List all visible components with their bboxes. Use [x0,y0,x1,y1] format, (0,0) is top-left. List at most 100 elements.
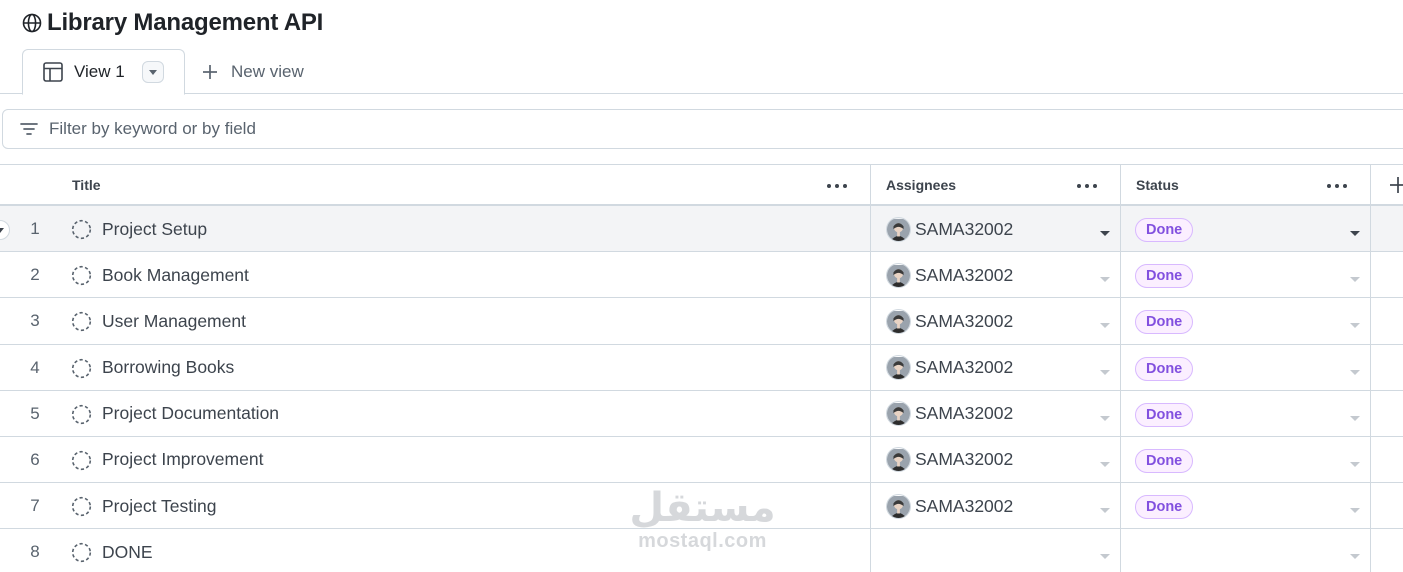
column-header-status[interactable]: Status [1136,165,1179,205]
status-dropdown-button[interactable] [1349,317,1361,329]
column-menu-button-status[interactable] [1323,173,1351,197]
assignee-cell[interactable]: SAMA32002 [886,483,1013,529]
triangle-down-icon [1349,410,1361,421]
add-field-button[interactable] [1388,175,1403,195]
tab-view-1[interactable]: View 1 [22,49,185,95]
row-menu-button[interactable] [0,220,10,240]
new-view-button[interactable]: New view [201,49,304,95]
status-dropdown-button[interactable] [1349,548,1361,560]
table-row[interactable]: 2 Book Management SAMA32002 Done [0,252,1403,299]
table-row[interactable]: 8 DONE [0,529,1403,572]
table-row[interactable]: 6 Project Improvement SAMA32002 Done [0,436,1403,484]
status-badge[interactable]: Done [1135,448,1194,473]
triangle-down-icon [1099,502,1111,514]
assignee-cell[interactable]: SAMA32002 [886,298,1013,344]
project-header: Library Management API [22,8,323,38]
triangle-down-icon [1349,364,1361,375]
assignee-dropdown-button[interactable] [1099,271,1111,283]
draft-issue-icon [71,450,92,471]
avatar [886,447,911,473]
status-dropdown-button[interactable] [1349,225,1361,236]
assignee-cell[interactable]: SAMA32002 [886,345,1013,391]
draft-issue-icon [71,404,92,425]
row-title-link[interactable]: Project Testing [102,483,216,529]
view-options-button[interactable] [142,61,164,83]
draft-issue-icon [71,265,92,286]
tab-label: View 1 [74,62,125,81]
assignee-dropdown-button[interactable] [1099,364,1111,375]
plus-icon [201,63,219,81]
triangle-down-icon [1349,456,1361,467]
column-menu-button-title[interactable] [823,173,851,197]
assignee-cell[interactable]: SAMA32002 [886,206,1013,252]
triangle-down-icon [1349,548,1361,560]
triangle-down-icon [1099,364,1111,375]
column-header-assignees[interactable]: Assignees [886,165,956,205]
row-number: 7 [30,496,40,516]
status-badge[interactable]: Done [1135,402,1194,427]
row-title-link[interactable]: Borrowing Books [102,345,234,391]
table-row[interactable]: 3 User Management SAMA32002 Done [0,298,1403,345]
table-row[interactable]: 4 Borrowing Books SAMA32002 Done [0,344,1403,391]
assignee-name: SAMA32002 [915,357,1014,378]
status-dropdown-button[interactable] [1349,364,1361,375]
table-icon [42,61,64,83]
triangle-down-icon [1349,271,1361,283]
triangle-down-icon [1349,225,1361,236]
table-row[interactable]: 7 Project Testing SAMA32002 Done [0,483,1403,530]
row-number: 8 [30,542,40,562]
assignee-dropdown-button[interactable] [1099,502,1111,514]
assignee-cell[interactable]: SAMA32002 [886,391,1013,437]
status-badge[interactable]: Done [1135,218,1194,242]
page-title: Library Management API [47,9,324,36]
triangle-down-icon [0,221,4,239]
triangle-down-icon [1099,456,1111,467]
status-badge[interactable]: Done [1135,356,1194,381]
assignee-name: SAMA32002 [915,310,1014,331]
row-title-link[interactable]: DONE [102,529,153,572]
assignee-name: SAMA32002 [915,403,1014,424]
filter-input[interactable] [49,119,649,139]
row-number: 3 [30,311,40,331]
status-dropdown-button[interactable] [1349,502,1361,514]
assignee-dropdown-button[interactable] [1099,317,1111,329]
table-row[interactable]: 1 Project Setup SAMA32002 Done [0,206,1403,253]
triangle-down-icon [1349,502,1361,514]
table-row[interactable]: 5 Project Documentation SAMA32002 Done [0,390,1403,437]
row-title-link[interactable]: User Management [102,298,246,344]
avatar [886,493,911,519]
status-badge[interactable]: Done [1135,310,1194,335]
row-title-link[interactable]: Project Improvement [102,437,263,483]
assignee-dropdown-button[interactable] [1099,225,1111,236]
row-number: 5 [30,403,40,423]
assignee-name: SAMA32002 [915,449,1014,470]
view-tabs: View 1 New view [0,49,1403,95]
row-title-link[interactable]: Project Documentation [102,391,279,437]
row-title-link[interactable]: Book Management [102,252,249,298]
status-dropdown-button[interactable] [1349,271,1361,283]
table-header: Title Assignees Status [0,164,1403,206]
assignee-dropdown-button[interactable] [1099,410,1111,421]
filter-icon [19,119,39,139]
column-menu-button-assignees[interactable] [1073,173,1101,197]
assignee-dropdown-button[interactable] [1099,548,1111,560]
plus-icon [1388,175,1403,195]
column-header-title[interactable]: Title [72,165,101,205]
row-title-link[interactable]: Project Setup [102,206,207,252]
assignee-name: SAMA32002 [915,264,1014,285]
status-badge[interactable]: Done [1135,495,1194,520]
draft-issue-icon [71,311,92,332]
assignee-dropdown-button[interactable] [1099,456,1111,467]
triangle-down-icon [1099,548,1111,560]
avatar [886,262,911,288]
avatar [886,308,911,334]
draft-issue-icon [71,219,92,240]
kebab-horizontal-icon [1326,176,1348,194]
assignee-cell[interactable]: SAMA32002 [886,437,1013,483]
triangle-down-icon [148,63,158,81]
triangle-down-icon [1099,317,1111,329]
status-badge[interactable]: Done [1135,264,1194,289]
status-dropdown-button[interactable] [1349,410,1361,421]
status-dropdown-button[interactable] [1349,456,1361,467]
assignee-cell[interactable]: SAMA32002 [886,252,1013,298]
